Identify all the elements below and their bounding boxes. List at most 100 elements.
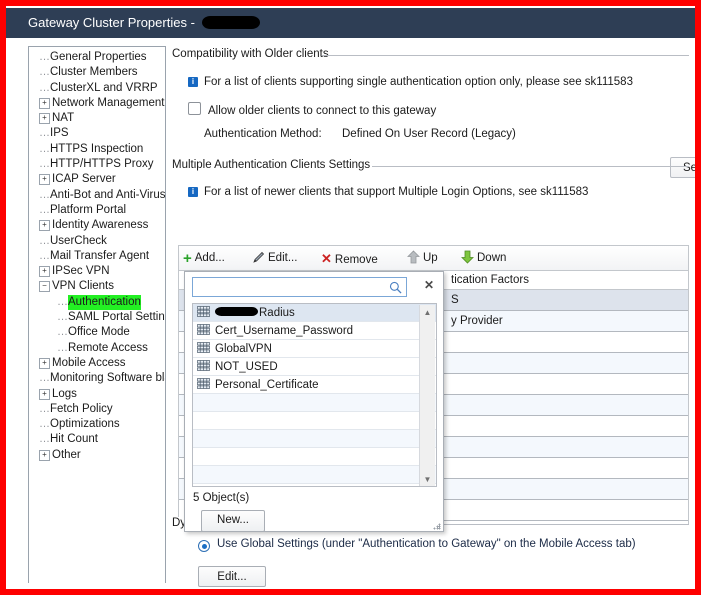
tree-item-label: Fetch Policy [50, 402, 113, 415]
tree-item-network-management[interactable]: + Network Management [29, 96, 165, 111]
tree-item-label: Monitoring Software bla [50, 372, 165, 385]
expand-icon[interactable]: + [39, 388, 50, 400]
tree-item-label: Hit Count [50, 433, 98, 446]
tree-item-optimizations[interactable]: …Optimizations [29, 417, 165, 432]
use-global-settings-label: Use Global Settings (under "Authenticati… [217, 538, 636, 550]
tree-item-icap-server[interactable]: + ICAP Server [29, 172, 165, 187]
tree-item-label: Other [52, 448, 81, 461]
plus-icon: + [183, 250, 192, 267]
list-item[interactable]: Personal_Certificate [193, 376, 436, 394]
tree-connector-icon: … [39, 249, 50, 262]
tree-item-vpn-clients[interactable]: − VPN Clients [29, 279, 165, 294]
expand-icon[interactable]: + [39, 113, 50, 125]
object-list[interactable]: Radius Cert_Username_Password GlobalVPN NOT… [192, 303, 437, 487]
tree-item-general-properties[interactable]: …General Properties [29, 50, 165, 65]
expand-icon[interactable]: + [39, 357, 50, 369]
tree-item-label: IPS [50, 127, 69, 140]
scroll-up-icon[interactable]: ▲ [420, 305, 435, 320]
group-rule-compatibility [322, 55, 689, 56]
search-icon [389, 281, 402, 294]
tree-item-logs[interactable]: + Logs [29, 387, 165, 402]
edit-button[interactable]: Edit... [253, 249, 297, 268]
list-item[interactable]: NOT_USED [193, 358, 436, 376]
object-picker-popup[interactable]: ✕ Radius Cert_Username_Password GlobalVPN N… [184, 271, 444, 532]
tree-connector-icon: … [57, 295, 68, 308]
tree-item-monitoring-software-bla[interactable]: …Monitoring Software bla [29, 371, 165, 386]
list-item[interactable]: Radius [193, 304, 436, 322]
scroll-down-icon[interactable]: ▼ [420, 472, 435, 486]
tree-connector-icon: … [57, 311, 68, 324]
object-group-icon [197, 342, 210, 353]
group-label-compatibility: Compatibility with Older clients [172, 48, 335, 60]
info-icon: i [188, 77, 198, 87]
expand-icon[interactable]: + [39, 220, 50, 232]
tree-connector-icon: … [39, 433, 50, 446]
tree-item-fetch-policy[interactable]: …Fetch Policy [29, 402, 165, 417]
tree-item-office-mode[interactable]: …Office Mode [29, 325, 165, 340]
search-field-wrapper[interactable] [192, 277, 407, 297]
tree-item-label: Authentication [68, 294, 141, 311]
move-up-button[interactable]: Up [407, 249, 438, 268]
tree-item-label: Mobile Access [52, 356, 126, 369]
object-group-icon [197, 324, 210, 335]
move-down-button[interactable]: Down [461, 249, 506, 268]
list-item[interactable]: Cert_Username_Password [193, 322, 436, 340]
tree-item-usercheck[interactable]: …UserCheck [29, 234, 165, 249]
tree-item-label: ICAP Server [52, 173, 116, 186]
tree-item-ips[interactable]: …IPS [29, 126, 165, 141]
tree-item-remote-access[interactable]: …Remote Access [29, 341, 165, 356]
tree-item-identity-awareness[interactable]: + Identity Awareness [29, 218, 165, 233]
tree-item-ipsec-vpn[interactable]: + IPSec VPN [29, 264, 165, 279]
expand-icon[interactable]: + [39, 449, 50, 461]
group-rule-multiple-auth [372, 166, 689, 167]
object-group-icon [197, 360, 210, 371]
window-title-text: Gateway Cluster Properties - [28, 15, 199, 30]
tree-item-label: Network Management [52, 96, 165, 109]
tree-item-nat[interactable]: + NAT [29, 111, 165, 126]
redacted-title-block [201, 16, 260, 29]
object-list-scrollbar[interactable]: ▲ ▼ [419, 305, 435, 486]
allow-older-clients-checkbox-row[interactable]: Allow older clients to connect to this g… [188, 102, 436, 117]
tree-item-cluster-members[interactable]: …Cluster Members [29, 65, 165, 80]
picker-close-icon[interactable]: ✕ [421, 277, 437, 293]
object-group-icon [197, 378, 210, 389]
allow-older-clients-checkbox[interactable] [188, 102, 201, 115]
tree-item-other[interactable]: + Other [29, 448, 165, 463]
settings-button[interactable]: Se [670, 157, 695, 178]
list-item[interactable]: GlobalVPN [193, 340, 436, 358]
tree-item-mobile-access[interactable]: + Mobile Access [29, 356, 165, 371]
search-input[interactable] [193, 278, 406, 296]
tree-item-label: Mail Transfer Agent [50, 249, 150, 262]
tree-item-mail-transfer-agent[interactable]: …Mail Transfer Agent [29, 249, 165, 264]
tree-item-platform-portal[interactable]: …Platform Portal [29, 203, 165, 218]
tree-item-https-inspection[interactable]: …HTTPS Inspection [29, 142, 165, 157]
use-global-settings-radio[interactable] [198, 540, 210, 552]
grid-column-header[interactable]: tication Factors [451, 271, 529, 289]
expand-icon[interactable]: + [39, 97, 50, 109]
tree-item-hit-count[interactable]: …Hit Count [29, 432, 165, 447]
tree-item-label: Logs [52, 387, 77, 400]
tree-item-anti-bot-and-anti-virus[interactable]: …Anti-Bot and Anti-Virus [29, 188, 165, 203]
tree-item-label: ClusterXL and VRRP [50, 81, 158, 94]
edit-global-settings-button[interactable]: Edit... [198, 566, 266, 587]
tree-item-saml-portal-settin[interactable]: …SAML Portal Settin [29, 310, 165, 325]
tree-item-authentication[interactable]: …Authentication [29, 294, 165, 311]
tree-connector-icon: … [39, 158, 50, 171]
object-rows[interactable]: Radius Cert_Username_Password GlobalVPN NOT… [193, 304, 436, 484]
tree-connector-icon: … [39, 188, 50, 201]
close-icon: ✕ [321, 251, 332, 266]
tree-connector-icon: … [39, 81, 50, 94]
tree-item-clusterxl-and-vrrp[interactable]: …ClusterXL and VRRP [29, 81, 165, 96]
tree-item-http-https-proxy[interactable]: …HTTP/HTTPS Proxy [29, 157, 165, 172]
resize-grip-icon[interactable] [433, 522, 441, 530]
remove-button[interactable]: ✕ Remove [321, 249, 378, 268]
expand-icon[interactable]: + [39, 266, 50, 278]
new-object-button[interactable]: New... [201, 510, 265, 532]
window-content: …General Properties …Cluster Members …Clus… [6, 38, 695, 589]
collapse-icon[interactable]: − [39, 281, 50, 293]
navigation-tree[interactable]: …General Properties …Cluster Members …Clus… [28, 46, 166, 583]
add-button[interactable]: + Add... [183, 249, 225, 268]
tree-item-label: Platform Portal [50, 203, 127, 216]
pencil-icon [253, 251, 265, 263]
expand-icon[interactable]: + [39, 174, 50, 186]
